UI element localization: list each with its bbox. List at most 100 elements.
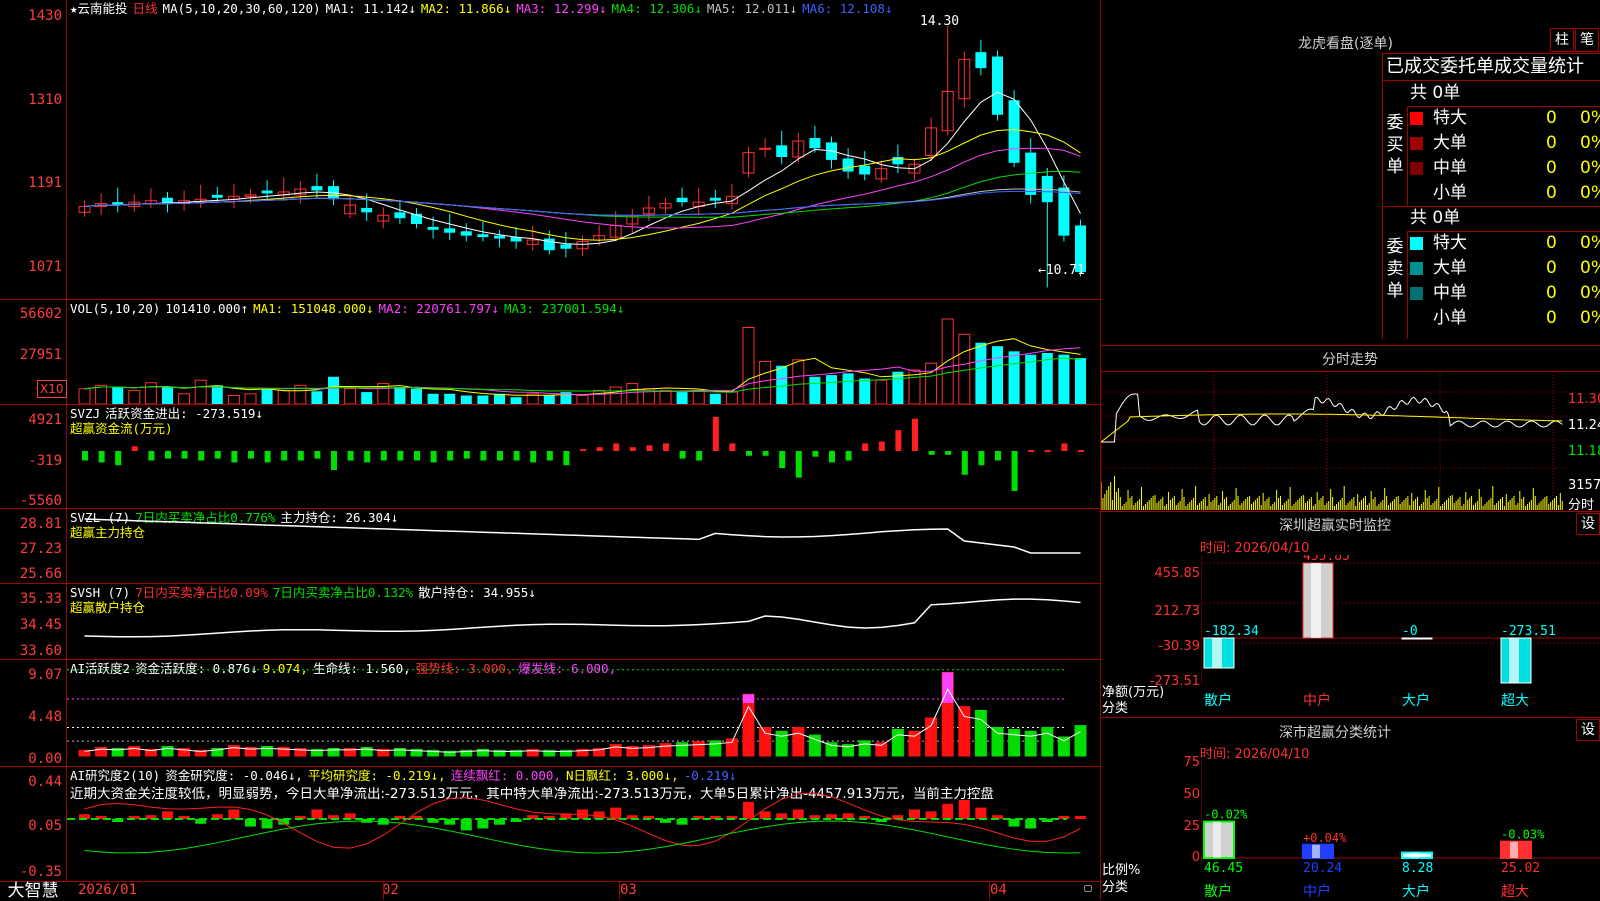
y-tick: 25.66 [19, 566, 62, 582]
flow-bar [663, 443, 669, 451]
flow-bar [1028, 450, 1035, 453]
stats-y-tick: 0 [1191, 850, 1200, 865]
volume-bar [1058, 354, 1070, 404]
flow-bar [961, 451, 968, 475]
vol-label: VOL(5,10,20) [70, 301, 161, 316]
volume-bar [78, 388, 91, 404]
flow-bar [762, 451, 769, 456]
flow-bar [580, 449, 586, 452]
tick-mode-button[interactable]: 笔 [1575, 28, 1599, 52]
intraday-chart [1101, 372, 1567, 510]
research-bar [261, 819, 273, 829]
y-tick: 33.60 [19, 643, 62, 659]
y-tick: 27.23 [19, 541, 62, 557]
flow-bar [214, 451, 221, 459]
intraday-title: 分时走势 [1322, 352, 1378, 368]
sell-total: 共 0单 [1410, 208, 1461, 228]
x-tick: 02 [382, 882, 399, 898]
intraday-y-tick: 11.18 [1568, 444, 1600, 459]
y-tick: 1430 [28, 8, 62, 24]
x-tick-mark [383, 882, 384, 900]
research-bar [245, 819, 256, 827]
activity-bar [792, 727, 805, 757]
volume-bar [128, 389, 141, 404]
order-qty: 0 [1546, 283, 1557, 303]
research-bar [743, 801, 754, 819]
vol-title-bar: VOL(5,10,20) 101410.000↑ MA1: 151048.000↓ M… [70, 301, 634, 316]
research-bar [975, 807, 987, 819]
flow-bar [380, 451, 387, 461]
stats-settings-button[interactable]: 设 [1576, 719, 1600, 741]
legend-swatch [1410, 187, 1423, 200]
flow-bar [447, 451, 454, 461]
retail-holding-chart [84, 598, 1081, 638]
ratio-value: 20.24 [1303, 861, 1342, 876]
volume-bar [444, 393, 456, 404]
order-qty: 0 [1546, 133, 1557, 153]
volume-bar [809, 376, 821, 404]
lock-icon[interactable] [1084, 885, 1092, 892]
ratio-change: +0.04% [1303, 831, 1347, 845]
flow-bar [98, 451, 105, 463]
flow-bar [746, 451, 752, 456]
monitor-settings-button[interactable]: 设 [1576, 513, 1600, 535]
category-label: 中户 [1303, 692, 1331, 709]
volume-bar [543, 395, 555, 404]
ma-value-1: MA1: 11.142↓ [325, 1, 416, 16]
candle-down [460, 231, 472, 236]
activity-bar [1074, 725, 1087, 757]
activity-bar [1024, 730, 1037, 757]
volume-bar [725, 391, 738, 404]
divider [1100, 345, 1600, 346]
volume-bar [427, 393, 439, 404]
y-tick: 0.44 [28, 774, 62, 790]
flow-bar [530, 451, 537, 463]
volume-bar [261, 388, 273, 404]
order-row: 特大 0 0% [1410, 106, 1600, 130]
flow-bar [646, 445, 653, 451]
flow-bar [629, 447, 636, 451]
intraday-y-tick: 11.30 [1568, 392, 1600, 407]
candle-down [709, 197, 721, 201]
ratio-bar-shine [1510, 841, 1518, 858]
order-type: 特大 [1433, 108, 1467, 128]
sell-order-label: 委卖单 [1386, 237, 1404, 301]
longhu-title: 龙虎看盘(逐单) [1298, 36, 1393, 52]
flow-bar [414, 451, 420, 461]
order-pct: 0% [1580, 158, 1600, 178]
stock-name[interactable]: ★云南能投 [70, 1, 128, 16]
intraday-avg-line [1101, 413, 1563, 443]
flow-bar [1044, 450, 1051, 453]
vol-unit-badge[interactable]: X10 [37, 380, 67, 398]
volume-bar [460, 395, 472, 404]
flow-bar [978, 451, 985, 466]
volume-bar [1008, 351, 1020, 404]
flow-bar [596, 447, 603, 451]
orderbook-left-border [1382, 81, 1383, 339]
volume-bar [759, 361, 772, 404]
volume-bar [692, 389, 705, 404]
net-bar-value: -182.34 [1204, 624, 1259, 639]
flow-bar [497, 451, 503, 461]
legend-swatch [1410, 261, 1423, 275]
volume-bar [676, 392, 688, 404]
monitor-y-tick: 212.73 [1154, 604, 1201, 619]
flow-bar [430, 451, 437, 463]
monitor-y-tick: -30.39 [1158, 639, 1200, 654]
stats-tabs[interactable]: 已成交委托单成交量统计 [1382, 53, 1600, 81]
y-tick: -319 [28, 453, 62, 469]
bar-mode-button[interactable]: 柱 [1550, 28, 1574, 52]
stats-y-tick: 50 [1183, 787, 1200, 802]
activity-bar [1041, 727, 1054, 757]
flow-bar [513, 451, 520, 461]
period-label[interactable]: 日线 [133, 1, 158, 16]
order-type: 大单 [1433, 258, 1467, 278]
activity-bar [858, 740, 871, 757]
candle-down [427, 226, 439, 230]
activity-bar [1057, 736, 1070, 757]
volume-bar [211, 385, 223, 404]
x-tick-mark [619, 882, 620, 900]
ratio-bar-shine [1411, 852, 1419, 858]
vol-ma-value-3: MA3: 237001.594↓ [503, 301, 625, 316]
volume-bar [941, 318, 954, 404]
